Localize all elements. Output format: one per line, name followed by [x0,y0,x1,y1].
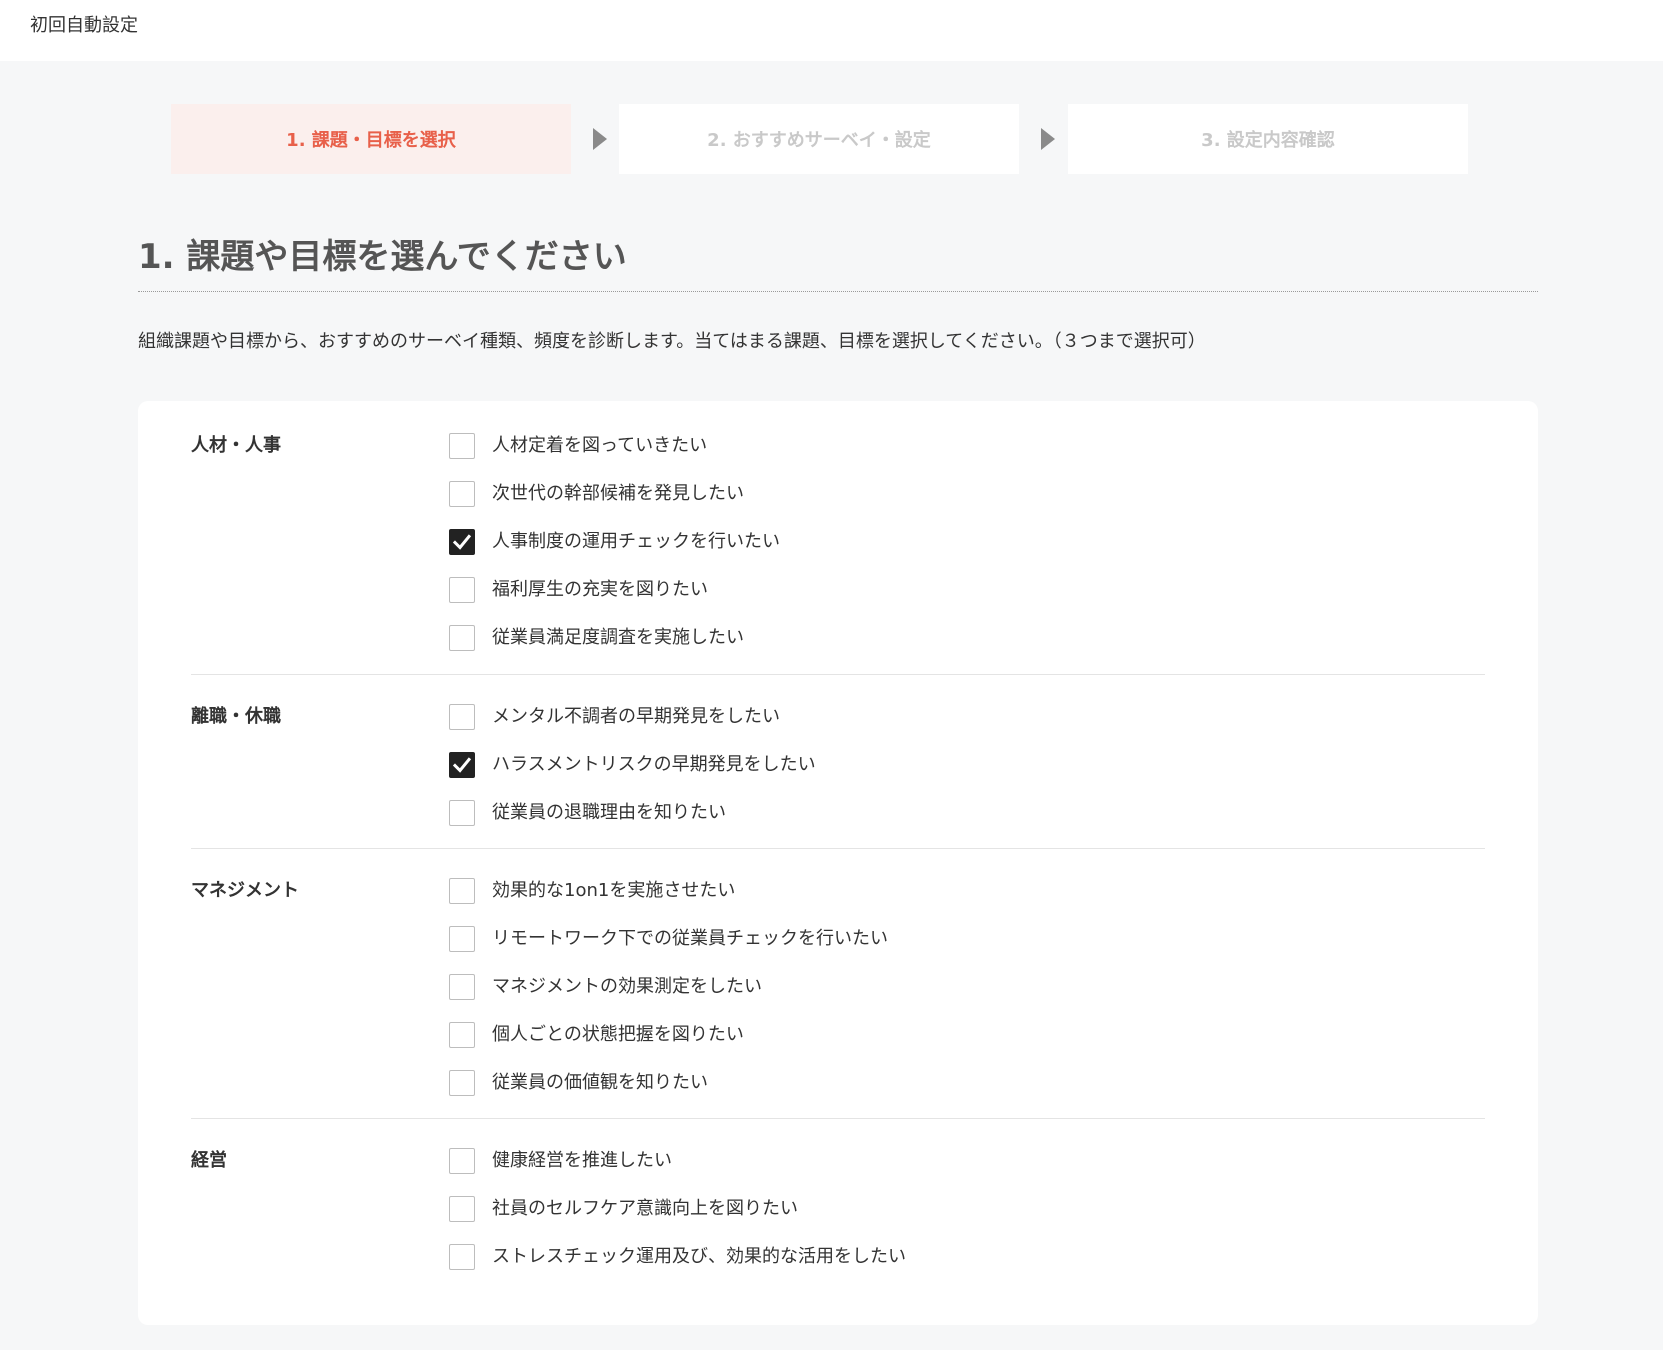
option-employee-satisfaction[interactable]: 従業員満足度調査を実施したい [449,624,744,652]
step-arrow-icon [1041,128,1055,150]
option-hr-system-check[interactable]: 人事制度の運用チェックを行いたい [449,528,780,556]
checkbox[interactable] [449,704,475,730]
option-resignation-reasons[interactable]: 従業員の退職理由を知りたい [449,799,726,827]
group-divider [191,674,1485,675]
option-label: 従業員満足度調査を実施したい [492,627,744,648]
step-recommended-survey[interactable]: 2. おすすめサーベイ・設定 [619,104,1019,174]
option-1on1[interactable]: 効果的な1on1を実施させたい [449,877,735,905]
option-label: リモートワーク下での従業員チェックを行いたい [492,928,888,949]
checkmark-icon [452,534,472,550]
option-label: 従業員の退職理由を知りたい [492,802,726,823]
option-label: 人事制度の運用チェックを行いたい [492,531,780,552]
goal-selection-card: 人材・人事 人材定着を図っていきたい 次世代の幹部候補を発見したい 人事制度の運… [138,401,1538,1325]
option-label: 健康経営を推進したい [492,1150,672,1171]
option-label: 効果的な1on1を実施させたい [492,880,736,901]
group-label-management: マネジメント [191,880,299,901]
checkbox[interactable] [449,481,475,507]
option-mental-health[interactable]: メンタル不調者の早期発見をしたい [449,703,780,731]
option-label: 人材定着を図っていきたい [492,435,708,456]
option-label: 福利厚生の充実を図りたい [492,579,708,600]
checkmark-icon [452,757,472,773]
group-label-turnover: 離職・休職 [191,706,281,727]
page-description: 組織課題や目標から、おすすめのサーベイ種類、頻度を診断します。当てはまる課題、目… [138,331,1206,352]
checkbox[interactable] [449,625,475,651]
checkbox[interactable] [449,1244,475,1270]
option-next-gen-leaders[interactable]: 次世代の幹部候補を発見したい [449,480,744,508]
checkbox[interactable] [449,1196,475,1222]
option-employee-values[interactable]: 従業員の価値観を知りたい [449,1069,708,1097]
option-label: ハラスメントリスクの早期発見をしたい [492,754,816,775]
group-divider [191,848,1485,849]
option-label: 次世代の幹部候補を発見したい [492,483,744,504]
checkbox[interactable] [449,926,475,952]
page-title: 1. 課題や目標を選んでください [138,237,627,277]
checkbox[interactable] [449,433,475,459]
group-label-hr: 人材・人事 [191,435,281,456]
checkbox[interactable] [449,974,475,1000]
checkbox[interactable] [449,1070,475,1096]
option-management-effect[interactable]: マネジメントの効果測定をしたい [449,973,762,1001]
step-confirm-settings[interactable]: 3. 設定内容確認 [1068,104,1468,174]
option-label: 個人ごとの状態把握を図りたい [492,1024,744,1045]
checkbox-checked[interactable] [449,752,475,778]
checkbox[interactable] [449,1022,475,1048]
step-arrow-icon [593,128,607,150]
option-welfare[interactable]: 福利厚生の充実を図りたい [449,576,708,604]
top-bar: 初回自動設定 [0,0,1663,61]
title-divider [138,291,1538,292]
option-stress-check[interactable]: ストレスチェック運用及び、効果的な活用をしたい [449,1243,906,1271]
option-remote-work-check[interactable]: リモートワーク下での従業員チェックを行いたい [449,925,888,953]
group-divider [191,1118,1485,1119]
option-self-care[interactable]: 社員のセルフケア意識向上を図りたい [449,1195,798,1223]
option-label: ストレスチェック運用及び、効果的な活用をしたい [492,1246,906,1267]
option-label: マネジメントの効果測定をしたい [492,976,762,997]
checkbox[interactable] [449,1148,475,1174]
checkbox[interactable] [449,577,475,603]
checkbox[interactable] [449,878,475,904]
option-individual-status[interactable]: 個人ごとの状態把握を図りたい [449,1021,744,1049]
option-label: 従業員の価値観を知りたい [492,1072,708,1093]
option-label: メンタル不調者の早期発見をしたい [492,706,780,727]
checkbox[interactable] [449,800,475,826]
group-label-business: 経営 [191,1150,227,1171]
checkbox-checked[interactable] [449,529,475,555]
progress-stepper: 1. 課題・目標を選択 2. おすすめサーベイ・設定 3. 設定内容確認 [171,104,1468,174]
page-header-title: 初回自動設定 [30,15,138,36]
option-label: 社員のセルフケア意識向上を図りたい [492,1198,798,1219]
step-select-goals[interactable]: 1. 課題・目標を選択 [171,104,571,174]
option-retention[interactable]: 人材定着を図っていきたい [449,432,707,460]
option-health-management[interactable]: 健康経営を推進したい [449,1147,672,1175]
option-harassment-risk[interactable]: ハラスメントリスクの早期発見をしたい [449,751,816,779]
